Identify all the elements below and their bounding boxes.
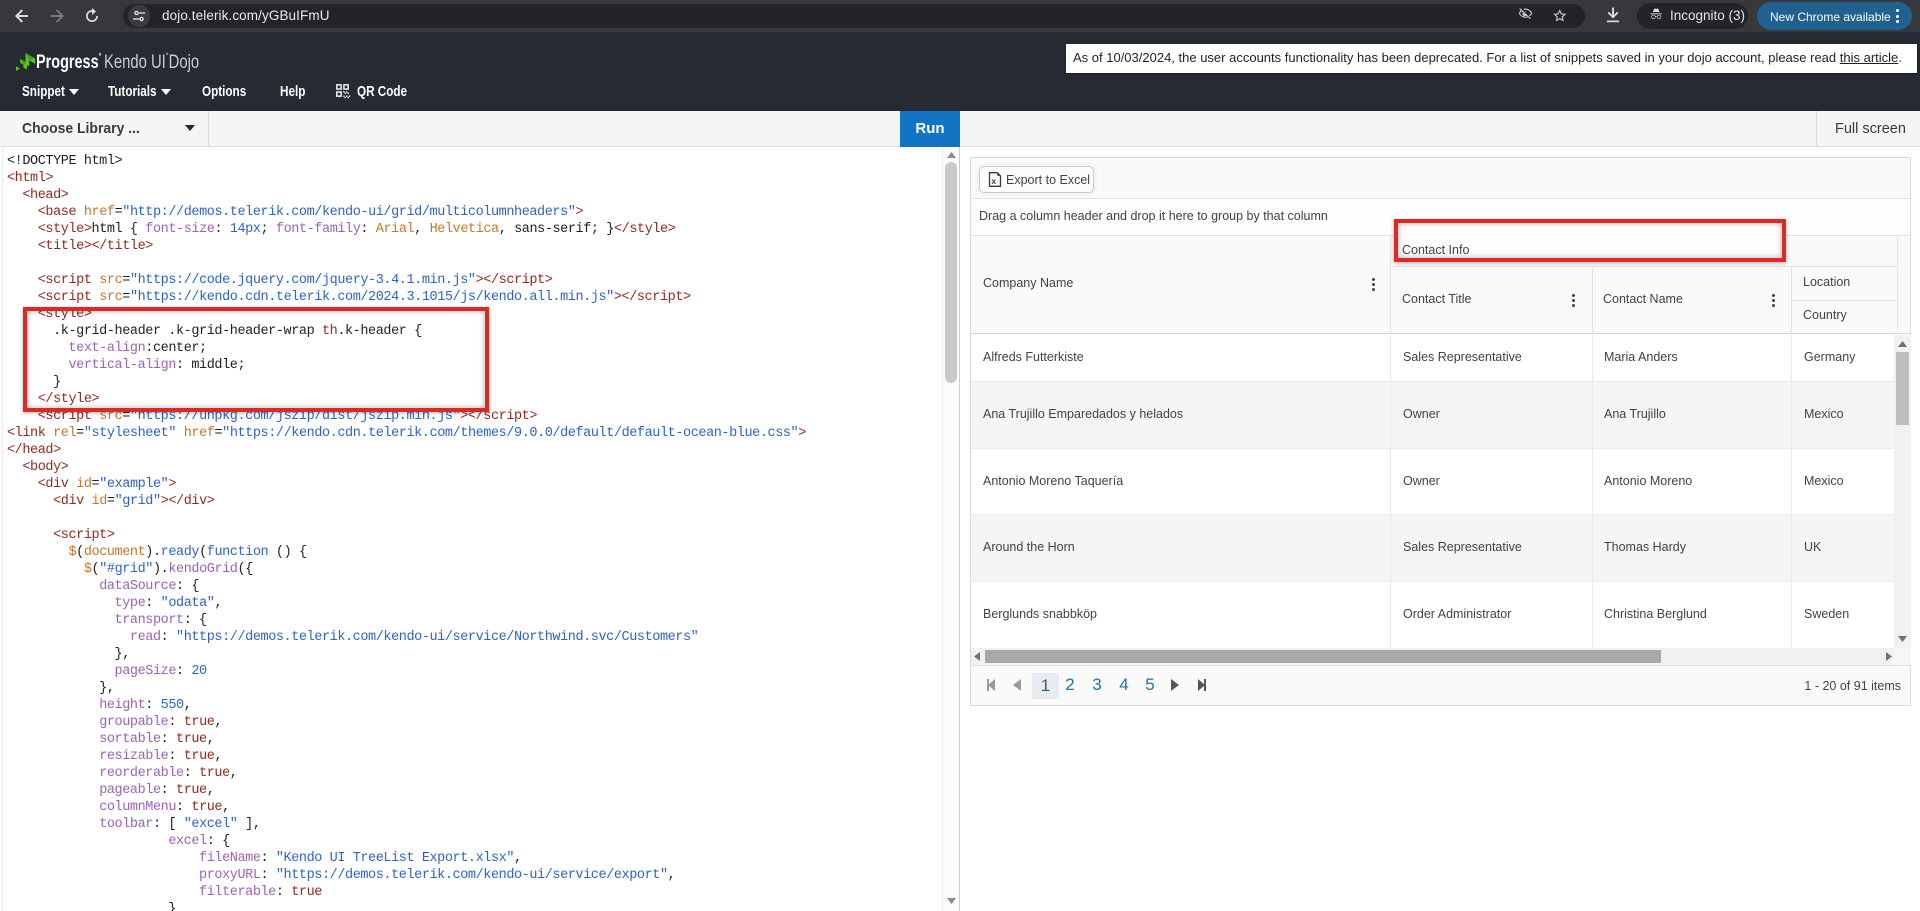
svg-text:x: x <box>991 176 996 186</box>
